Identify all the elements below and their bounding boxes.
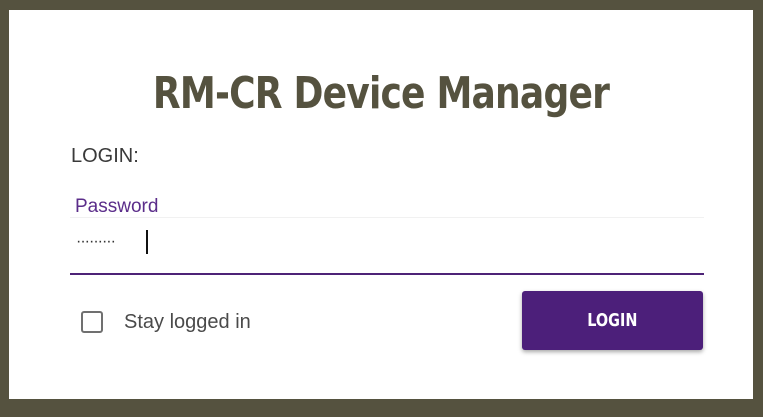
- stay-logged-in-option[interactable]: Stay logged in: [81, 308, 251, 336]
- password-masked-value: ·········: [76, 233, 116, 250]
- password-label: Password: [75, 196, 159, 217]
- login-button[interactable]: LOGIN: [522, 291, 703, 350]
- password-field[interactable]: Password ·········: [70, 196, 704, 276]
- field-divider: [70, 217, 704, 218]
- password-underline: [70, 273, 704, 275]
- login-button-label: LOGIN: [587, 310, 638, 331]
- page-title: RM-CR Device Manager: [152, 68, 610, 119]
- password-input[interactable]: [70, 226, 704, 260]
- window-frame: RM-CR Device Manager LOGIN: Password ···…: [0, 0, 763, 417]
- stay-logged-in-label: Stay logged in: [124, 311, 251, 333]
- stay-logged-in-checkbox[interactable]: [81, 311, 103, 333]
- text-cursor: [146, 230, 148, 254]
- login-dialog: RM-CR Device Manager LOGIN: Password ···…: [9, 10, 753, 399]
- login-heading: LOGIN:: [71, 145, 139, 167]
